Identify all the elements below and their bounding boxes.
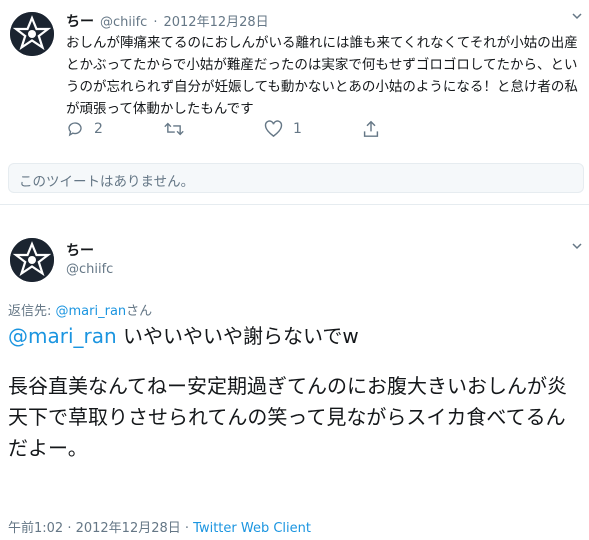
time-date[interactable]: 午前1:02 · 2012年12月28日 · bbox=[8, 521, 193, 536]
reply-suffix: さん bbox=[126, 304, 153, 319]
tweet-paragraph: 長谷直美なんてねー安定期過ぎてんのにお腹大きいおしんが炎天下で草取りさせられてん… bbox=[8, 374, 567, 460]
tweet-date[interactable]: 2012年12月28日 bbox=[163, 11, 268, 30]
reply-action[interactable]: 2 bbox=[66, 120, 103, 138]
chevron-down-icon[interactable] bbox=[571, 240, 583, 255]
retweet-icon bbox=[164, 122, 184, 136]
tweet-line1-text: いやいやいや謝らないでw bbox=[116, 324, 359, 348]
display-name[interactable]: ちー bbox=[66, 11, 94, 31]
reply-icon bbox=[68, 122, 82, 137]
avatar[interactable] bbox=[10, 238, 54, 282]
unavailable-text: このツイートはありません。 bbox=[19, 174, 195, 190]
separator: · bbox=[153, 15, 158, 30]
display-name[interactable]: ちー bbox=[66, 240, 94, 260]
mention-link[interactable]: @mari_ran bbox=[8, 324, 117, 348]
star-avatar-icon bbox=[10, 238, 54, 282]
client-link[interactable]: Twitter Web Client bbox=[193, 521, 311, 536]
chevron-down-icon[interactable] bbox=[571, 10, 583, 25]
user-handle[interactable]: @chiifc bbox=[66, 262, 113, 277]
divider bbox=[0, 204, 589, 205]
tweet-line1: @mari_ran いやいやいや謝らないでw bbox=[8, 321, 583, 352]
avatar[interactable] bbox=[10, 12, 54, 56]
share-action[interactable] bbox=[363, 120, 379, 138]
replying-to: 返信先: @mari_ranさん bbox=[8, 300, 152, 319]
reply-count: 2 bbox=[94, 121, 103, 137]
heart-icon bbox=[264, 120, 283, 138]
share-icon bbox=[363, 120, 379, 137]
star-avatar-icon bbox=[10, 12, 54, 56]
tweet-timestamp: 午前1:02 · 2012年12月28日 · Twitter Web Clien… bbox=[8, 517, 311, 536]
reply-handle-link[interactable]: @mari_ran bbox=[56, 304, 127, 319]
unavailable-tweet-box: このツイートはありません。 bbox=[8, 163, 584, 193]
user-handle[interactable]: @chiifc bbox=[100, 15, 147, 30]
like-action[interactable]: 1 bbox=[264, 120, 302, 138]
tweet1-header: ちー @chiifc · 2012年12月28日 bbox=[66, 11, 269, 31]
retweet-action[interactable] bbox=[164, 120, 184, 138]
tweet-text: おしんが陣痛来てるのにおしんがいる離れには誰も来てくれなくてそれが小姑の出産とか… bbox=[66, 35, 578, 117]
reply-prefix: 返信先: bbox=[8, 304, 56, 319]
like-count: 1 bbox=[293, 121, 302, 137]
